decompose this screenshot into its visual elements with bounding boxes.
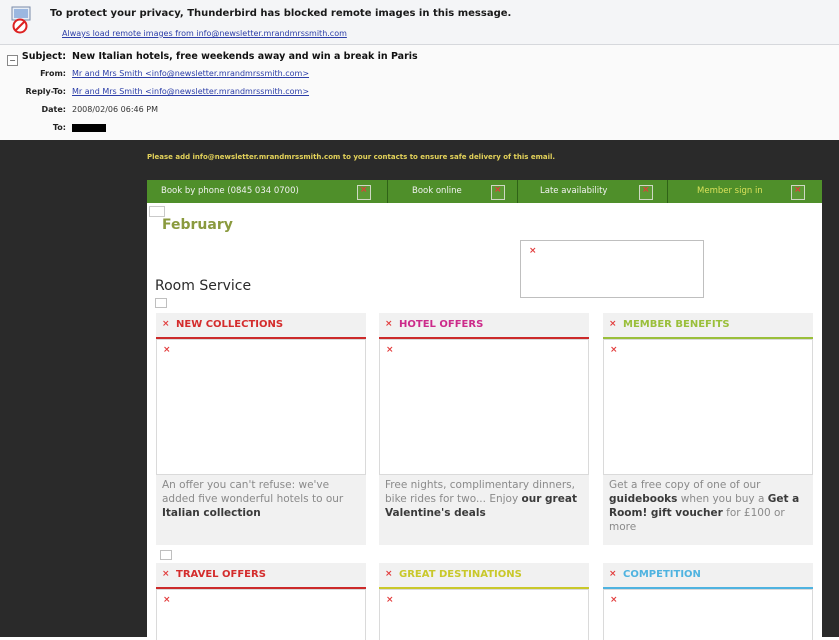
- card-description: Get a free copy of one of our guidebooks…: [603, 475, 813, 545]
- member-sign-in-link[interactable]: Member sign in: [697, 180, 763, 203]
- blocked-image-placeholder: ×: [379, 589, 589, 640]
- header-from-row: From: Mr and Mrs Smith <info@newsletter.…: [0, 69, 839, 83]
- broken-image-icon: [160, 550, 172, 560]
- card-title: GREAT DESTINATIONS: [399, 569, 522, 580]
- to-value-redacted: [72, 123, 106, 132]
- broken-image-icon: [357, 185, 371, 200]
- message-headers: − Subject: New Italian hotels, free week…: [0, 45, 839, 140]
- card-title: TRAVEL OFFERS: [176, 569, 266, 580]
- card-text: Get a free copy of one of our: [609, 479, 761, 491]
- from-address-link[interactable]: Mr and Mrs Smith <info@newsletter.mrandm…: [72, 69, 309, 78]
- broken-image-icon: ×: [163, 595, 171, 605]
- date-value: 2008/02/06 06:46 PM: [72, 105, 158, 114]
- header-reply-to-row: Reply-To: Mr and Mrs Smith <info@newslet…: [0, 87, 839, 101]
- date-label: Date:: [41, 105, 67, 114]
- card-description: Free nights, complimentary dinners, bike…: [379, 475, 589, 545]
- month-heading: February: [162, 217, 233, 233]
- reply-to-address-link[interactable]: Mr and Mrs Smith <info@newsletter.mrandm…: [72, 87, 309, 96]
- card-description: An offer you can't refuse: we've added f…: [156, 475, 366, 545]
- add-to-contacts-notice: Please add info@newsletter.mrandmrssmith…: [147, 153, 556, 161]
- header-subject-row: Subject: New Italian hotels, free weeken…: [0, 51, 839, 65]
- card-title: NEW COLLECTIONS: [176, 319, 284, 330]
- subject-label: Subject:: [21, 51, 66, 62]
- blocked-image-placeholder: ×: [379, 339, 589, 475]
- remote-content-message: To protect your privacy, Thunderbird has…: [50, 8, 512, 19]
- card-header: × HOTEL OFFERS: [379, 313, 589, 339]
- broken-image-icon: ×: [162, 569, 170, 579]
- reply-to-label: Reply-To:: [25, 87, 66, 96]
- broken-image-icon: ×: [386, 345, 394, 355]
- broken-image-icon: ×: [610, 345, 618, 355]
- shield-blocked-icon: [11, 6, 31, 34]
- card-text: when you buy a: [677, 493, 768, 505]
- card-header: × GREAT DESTINATIONS: [379, 563, 589, 589]
- blocked-image-placeholder: ×: [156, 589, 366, 640]
- nav-divider: [517, 180, 518, 203]
- blocked-image-placeholder: ×: [520, 240, 704, 298]
- newsletter-nav-bar: Book by phone (0845 034 0700) Book onlin…: [147, 180, 822, 203]
- broken-image-icon: ×: [610, 595, 618, 605]
- broken-image-icon: ×: [386, 595, 394, 605]
- header-to-row: To:: [0, 123, 839, 137]
- nav-divider: [667, 180, 668, 203]
- section-title: Room Service: [155, 278, 252, 294]
- header-date-row: Date: 2008/02/06 06:46 PM: [0, 105, 839, 119]
- blocked-image-placeholder: ×: [603, 339, 813, 475]
- subject-value: New Italian hotels, free weekends away a…: [72, 51, 418, 62]
- from-label: From:: [40, 69, 66, 78]
- broken-image-icon: [155, 298, 167, 308]
- card-header: × NEW COLLECTIONS: [156, 313, 366, 339]
- nav-divider: [387, 180, 388, 203]
- broken-image-icon: [149, 206, 165, 217]
- broken-image-icon: ×: [529, 246, 537, 256]
- late-availability-link[interactable]: Late availability: [540, 180, 607, 203]
- remote-content-notification: To protect your privacy, Thunderbird has…: [0, 0, 839, 45]
- broken-image-icon: ×: [162, 319, 170, 329]
- card-title: HOTEL OFFERS: [399, 319, 484, 330]
- always-load-remote-images-link[interactable]: Always load remote images from info@news…: [62, 29, 347, 38]
- broken-image-icon: ×: [385, 569, 393, 579]
- blocked-image-placeholder: ×: [156, 339, 366, 475]
- blocked-image-placeholder: ×: [603, 589, 813, 640]
- broken-image-icon: ×: [385, 319, 393, 329]
- book-online-link[interactable]: Book online: [412, 180, 462, 203]
- to-label: To:: [52, 123, 66, 132]
- card-header: × MEMBER BENEFITS: [603, 313, 813, 339]
- guidebooks-link[interactable]: guidebooks: [609, 493, 677, 505]
- broken-image-icon: ×: [609, 569, 617, 579]
- broken-image-icon: ×: [163, 345, 171, 355]
- broken-image-icon: [491, 185, 505, 200]
- card-text: An offer you can't refuse: we've added f…: [162, 479, 344, 505]
- book-by-phone-link[interactable]: Book by phone (0845 034 0700): [161, 180, 299, 203]
- broken-image-icon: [639, 185, 653, 200]
- broken-image-icon: [791, 185, 805, 200]
- card-header: × COMPETITION: [603, 563, 813, 589]
- card-title: MEMBER BENEFITS: [623, 319, 730, 330]
- broken-image-icon: ×: [609, 319, 617, 329]
- italian-collection-link[interactable]: Italian collection: [162, 507, 261, 519]
- card-title: COMPETITION: [623, 569, 701, 580]
- card-header: × TRAVEL OFFERS: [156, 563, 366, 589]
